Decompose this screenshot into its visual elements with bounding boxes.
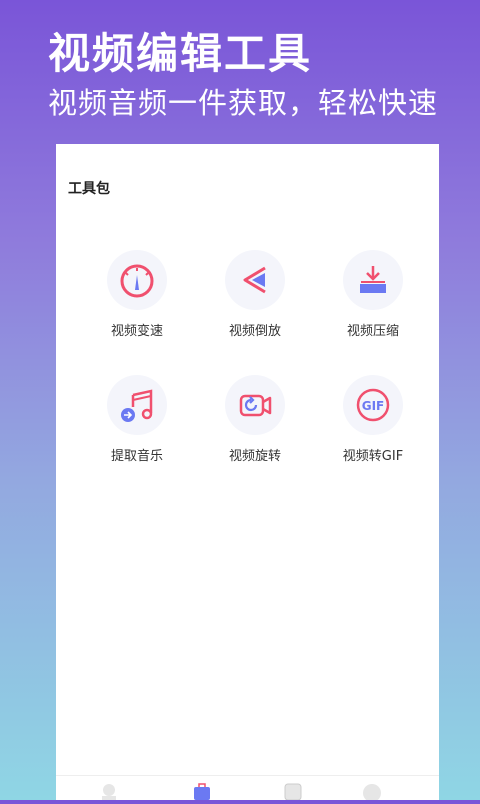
tool-label: 视频倒放 (228, 324, 281, 339)
tool-video-reverse[interactable]: 视频倒放 (196, 250, 314, 339)
speedometer-icon (107, 250, 167, 310)
music-note-icon (107, 375, 167, 435)
hero-subtitle: 视频音频一件获取，轻松快速 (48, 86, 439, 120)
profile-icon[interactable] (98, 782, 120, 800)
tool-label: 视频变速 (110, 324, 163, 339)
compress-download-icon (343, 250, 403, 310)
tool-extract-music[interactable]: 提取音乐 (78, 375, 196, 464)
tool-label: 提取音乐 (110, 449, 163, 464)
user-icon[interactable] (361, 782, 383, 802)
tool-label: 视频转GIF (342, 449, 404, 464)
document-icon[interactable] (282, 782, 304, 801)
hero-title: 视频编辑工具 (48, 29, 313, 78)
tool-label: 视频压缩 (346, 324, 399, 339)
svg-text:GIF: GIF (362, 399, 385, 413)
app-screen: 工具包 视频变速 视频倒放 视频压缩 提取音乐 视频旋转 GIF 视频转GIF (56, 144, 439, 802)
rewind-icon (225, 250, 285, 310)
bottom-tab-bar (56, 775, 439, 802)
gif-icon: GIF (343, 375, 403, 435)
tool-video-to-gif[interactable]: GIF 视频转GIF (314, 375, 432, 464)
tool-video-rotate[interactable]: 视频旋转 (196, 375, 314, 464)
tool-video-compress[interactable]: 视频压缩 (314, 250, 432, 339)
tool-label: 视频旋转 (228, 449, 281, 464)
tool-grid: 视频变速 视频倒放 视频压缩 提取音乐 视频旋转 GIF 视频转GIF (56, 250, 461, 464)
section-title: 工具包 (68, 181, 110, 197)
rotate-video-icon (225, 375, 285, 435)
tool-video-speed[interactable]: 视频变速 (78, 250, 196, 339)
toolbox-icon[interactable] (191, 782, 213, 800)
